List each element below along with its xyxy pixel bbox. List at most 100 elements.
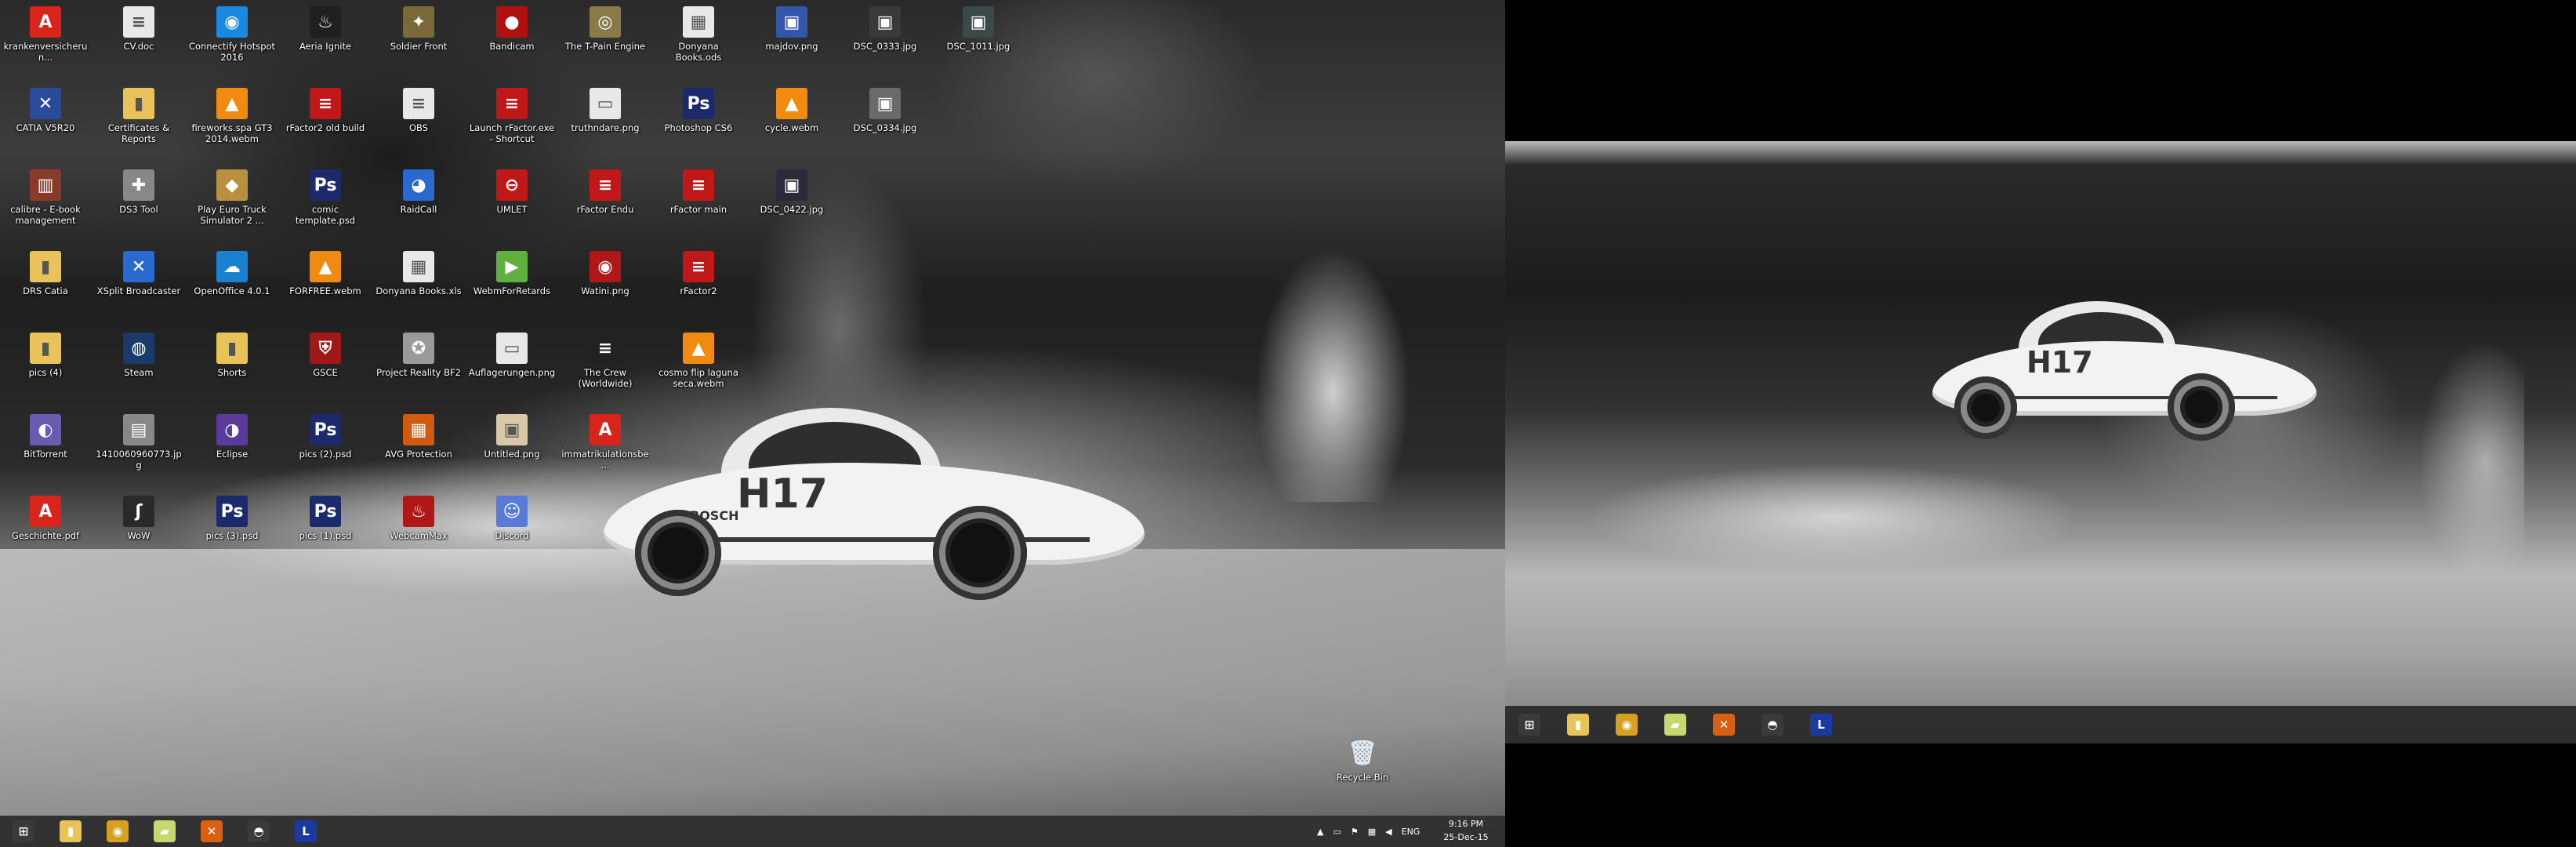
desktop-icon-label: Play Euro Truck Simulator 2 ... [198,204,267,226]
taskbar2-launcher-app[interactable]: L [1797,706,1845,743]
desktop-icon[interactable]: ▥ calibre - E-book management [0,169,91,248]
desktop-icon[interactable]: ◉ Watini.png [560,251,651,329]
desktop-icon[interactable]: ▲ fireworks.spa GT3 2014.webm [187,88,278,166]
desktop-icon[interactable]: Ps pics (1).psd [280,496,371,574]
desktop-icon[interactable]: ▮ Certificates & Reports [93,88,184,166]
tray-volume-icon[interactable]: ◀ [1385,827,1391,837]
desktop-icon[interactable]: ◎ The T-Pain Engine [560,6,651,85]
tray-language[interactable]: ENG [1402,827,1420,837]
desktop-icon[interactable]: Ps pics (2).psd [280,414,371,493]
desktop-icon[interactable]: ◍ Steam [93,333,184,411]
desktop-icon[interactable]: ʃ WoW [93,496,184,574]
desktop-icon[interactable]: ▲ cycle.webm [746,88,837,166]
taskbar-chrome[interactable]: ◉ [94,816,141,847]
vlc-cone-icon: ▲ [310,251,341,282]
desktop-icon[interactable]: ≡ Launch rFactor.exe - Shortcut [466,88,557,166]
desktop-icon[interactable]: ◐ BitTorrent [0,414,91,493]
desktop-icon[interactable]: ⊖ UMLET [466,169,557,248]
desktop-icon[interactable]: ⛨ GSCE [280,333,371,411]
clock-time: 9:16 PM [1448,819,1484,829]
taskbar2-libraries[interactable]: ▰ [1651,706,1700,743]
vlc-cone-icon: ▲ [683,333,714,364]
desktop-icon[interactable]: ▭ truthndare.png [560,88,651,166]
desktop-icon[interactable]: Ps Photoshop CS6 [653,88,744,166]
desktop-icon[interactable]: ▭ Auflagerungen.png [466,333,557,411]
desktop-icon[interactable]: ▣ Untitled.png [466,414,557,493]
desktop-icon[interactable]: ♨ WebcamMax [373,496,464,574]
desktop-icon[interactable]: ◉ Connectify Hotspot 2016 [187,6,278,85]
desktop-icon[interactable]: Ps pics (3).psd [187,496,278,574]
desktop-icon-label: Discord [495,530,529,541]
desktop-icon[interactable]: ◆ Play Euro Truck Simulator 2 ... [187,169,278,248]
tray-flag-icon[interactable]: ⚑ [1351,827,1359,837]
desktop-icon[interactable]: ▣ DSC_0334.jpg [840,88,931,166]
taskbar-xsplit[interactable]: ✕ [188,816,235,847]
desktop-icon[interactable]: ☺ Discord [466,496,557,574]
desktop-icon[interactable]: ● Bandicam [466,6,557,85]
desktop-icon[interactable]: ≡ rFactor2 [653,251,744,329]
start-button[interactable]: ⊞ [0,816,47,847]
desktop-icon[interactable]: ≡ rFactor Endu [560,169,651,248]
taskbar2-xsplit[interactable]: ✕ [1700,706,1748,743]
desktop-icon[interactable]: ♨ Aeria Ignite [280,6,371,85]
desktop-icon[interactable]: ✕ CATIA V5R20 [0,88,91,166]
desktop-icon[interactable]: ✪ Project Reality BF2 [373,333,464,411]
desktop-icon[interactable]: ◑ Eclipse [187,414,278,493]
desktop-icon[interactable]: Ps comic template.psd [280,169,371,248]
desktop-icon[interactable]: ▤ 1410060960773.jpg [93,414,184,493]
taskbar2-chrome[interactable]: ◉ [1602,706,1651,743]
desktop-icon[interactable]: ▶ WebmForRetards [466,251,557,329]
taskbar2-helmet-app[interactable]: ◓ [1748,706,1797,743]
desktop-icon-label: Eclipse [216,449,249,460]
tray-network-icon[interactable]: ▦ [1368,827,1376,837]
desktop-icon[interactable]: ▮ Shorts [187,333,278,411]
desktop-icon-label: Watini.png [581,285,629,296]
tray-overflow-chevron-icon[interactable]: ▲ [1317,827,1323,837]
desktop-icon[interactable]: A Geschichte.pdf [0,496,91,574]
desktop-icon[interactable]: ▲ cosmo flip laguna seca.webm [653,333,744,411]
desktop-icon[interactable]: ✦ Soldier Front [373,6,464,85]
taskbar-secondary: ⊞ ▮ ◉ ▰ ✕ ◓ L [1505,706,2576,743]
clock-date: 25-Dec-15 [1443,832,1489,842]
desktop-icon[interactable]: ◕ RaidCall [373,169,464,248]
truck-game-icon: ◆ [216,169,248,201]
desktop-icon[interactable]: ▣ majdov.png [746,6,837,85]
desktop-icon[interactable]: ≡ The Crew (Worldwide) [560,333,651,411]
desktop-icon[interactable]: ▮ DRS Catia [0,251,91,329]
desktop-icon[interactable]: ▦ Donyana Books.xls [373,251,464,329]
wallpaper-rally-car-2: H17 [1932,290,2317,447]
desktop-icon[interactable]: ▣ DSC_0422.jpg [746,169,837,248]
desktop-icon-label: rFactor Endu [576,204,634,215]
taskbar-clock[interactable]: 9:16 PM 25-Dec-15 [1435,817,1497,844]
desktop-icon[interactable]: ▮ pics (4) [0,333,91,411]
image-file-icon: ◉ [590,251,621,282]
flame-app-icon: ♨ [403,496,434,527]
desktop-icon[interactable]: ▣ DSC_1011.jpg [933,6,1024,85]
desktop-icon[interactable]: ☁ OpenOffice 4.0.1 [187,251,278,329]
tray-battery-icon[interactable]: ▭ [1333,827,1341,837]
taskbar2-file-explorer[interactable]: ▮ [1554,706,1602,743]
desktop-icon[interactable]: ≡ rFactor main [653,169,744,248]
desktop-icon[interactable]: ▣ DSC_0333.jpg [840,6,931,85]
photoshop-icon: Ps [216,496,248,527]
taskbar-libraries[interactable]: ▰ [141,816,188,847]
desktop-icon[interactable]: Aimmatrikulationsbe... [560,414,651,493]
desktop-icon[interactable]: ▦ AVG Protection [373,414,464,493]
taskbar-helmet-app[interactable]: ◓ [235,816,282,847]
taskbar-launcher-app[interactable]: L [282,816,329,847]
desktop-icon[interactable]: ≡ OBS [373,88,464,166]
desktop-icon[interactable]: Akrankenversicherun... [0,6,91,85]
desktop-icon[interactable]: ✚ DS3 Tool [93,169,184,248]
desktop-icon[interactable]: ▲ FORFREE.webm [280,251,371,329]
desktop-icon-label: Donyana Books.ods [675,41,722,63]
start-button-2[interactable]: ⊞ [1505,706,1554,743]
desktop-icon[interactable]: ✕ XSplit Broadcaster [93,251,184,329]
wallpaper-rally-car: H17 BOSCH [604,392,1145,604]
desktop-icon[interactable]: ▦ Donyana Books.ods [653,6,744,85]
recycle-bin[interactable]: 🗑 Recycle Bin [1317,737,1408,816]
desktop-icon[interactable]: ≡ rFactor2 old build [280,88,371,166]
rfactor-icon: ≡ [310,88,341,119]
desktop-icon-label: RaidCall [400,204,437,215]
taskbar-file-explorer[interactable]: ▮ [47,816,94,847]
desktop-icon[interactable]: ≡ CV.doc [93,6,184,85]
